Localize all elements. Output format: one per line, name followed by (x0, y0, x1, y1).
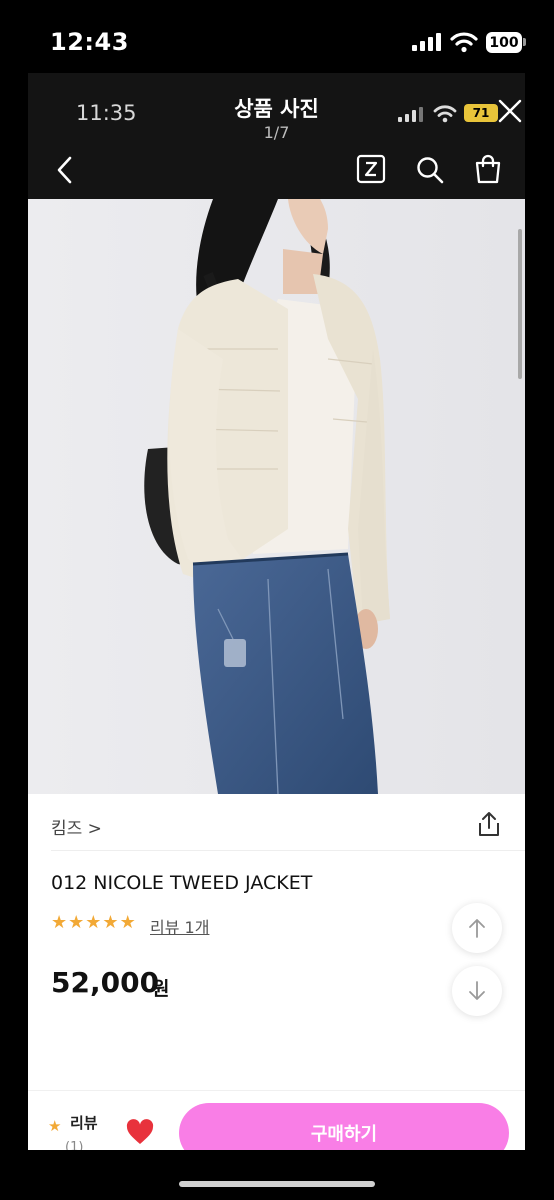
battery-tip (523, 38, 526, 46)
close-icon (498, 99, 522, 123)
price-value: 52,000 (51, 966, 160, 999)
bottom-bar-divider (28, 1090, 525, 1091)
screenshot-frame: 11:35 상품 사진 1/7 71 킴즈 > 012 NICOLE TWEED… (28, 73, 525, 1150)
star-icon: ★ (119, 912, 136, 933)
wifi-icon (450, 31, 478, 53)
battery-icon: 100 (486, 32, 522, 53)
shopping-bag-button[interactable] (473, 153, 503, 185)
search-button[interactable] (415, 155, 445, 185)
cellular-signal-icon (412, 33, 442, 51)
share-icon (479, 812, 499, 836)
product-info: 킴즈 > 012 NICOLE TWEED JACKET ★ ★ ★ ★ ★ 리… (28, 794, 525, 1150)
zigzag-home-button[interactable] (356, 154, 386, 184)
wifi-icon (433, 104, 457, 123)
star-icon: ★ (102, 912, 119, 933)
product-photo-illustration (28, 199, 525, 794)
divider (51, 850, 525, 851)
star-icon: ★ (48, 1117, 62, 1135)
share-button[interactable] (476, 810, 502, 838)
price-currency: 원 (152, 978, 170, 1000)
star-icon: ★ (85, 912, 102, 933)
shopping-bag-icon (475, 154, 501, 184)
device-time: 12:43 (50, 28, 129, 56)
screenshot-time: 11:35 (76, 101, 137, 125)
cellular-signal-icon (398, 107, 424, 122)
back-button[interactable] (54, 155, 76, 185)
zigzag-z-icon (356, 154, 386, 184)
star-icon: ★ (51, 912, 68, 933)
review-count: (1) (65, 1140, 84, 1150)
scroll-to-bottom-button[interactable] (452, 966, 502, 1016)
device-home-indicator[interactable] (179, 1181, 375, 1187)
product-photo[interactable] (28, 199, 525, 794)
photo-scrollbar[interactable] (518, 229, 522, 379)
search-icon (417, 157, 444, 184)
review-label[interactable]: 리뷰 (70, 1112, 98, 1133)
page-title: 상품 사진 (234, 97, 319, 121)
arrow-up-icon (469, 919, 485, 938)
review-count-link[interactable]: 리뷰 1개 (150, 914, 209, 938)
back-icon (57, 156, 72, 184)
close-button[interactable] (496, 97, 524, 125)
product-name: 012 NICOLE TWEED JACKET (51, 872, 313, 894)
app-header: 11:35 상품 사진 1/7 71 (28, 73, 525, 199)
photo-counter: 1/7 (263, 123, 290, 142)
wishlist-button[interactable] (126, 1119, 154, 1145)
star-icon: ★ (68, 912, 85, 933)
brand-link[interactable]: 킴즈 > (51, 814, 102, 839)
battery-charging-icon: 71 (464, 104, 498, 122)
buy-button[interactable]: 구매하기 (179, 1103, 509, 1150)
arrow-down-icon (469, 981, 485, 1000)
rating-stars: ★ ★ ★ ★ ★ (51, 914, 136, 932)
heart-icon (126, 1119, 154, 1144)
scroll-to-top-button[interactable] (452, 903, 502, 953)
